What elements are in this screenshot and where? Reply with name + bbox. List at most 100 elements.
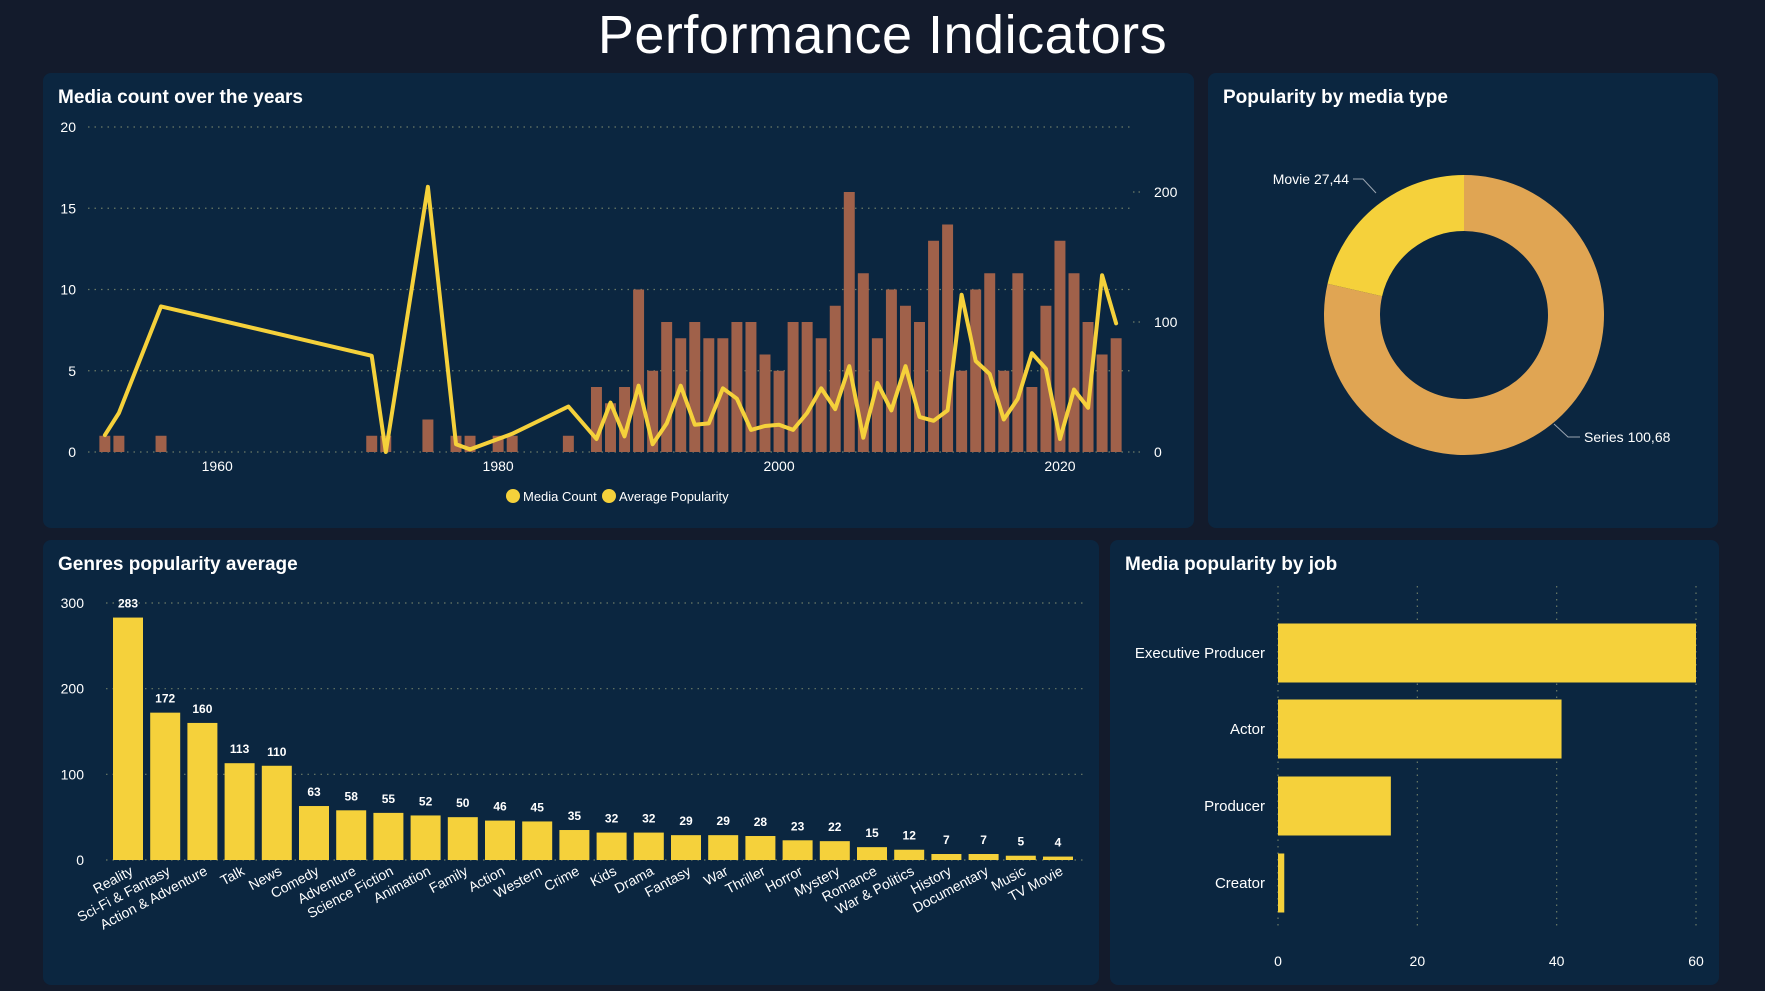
genre-value-label: 12 [903,829,917,843]
genre-value-label: 32 [642,812,656,826]
movie-label: Movie 27,44 [1273,171,1349,187]
genre-bar [819,841,850,860]
x-tick-label: 40 [1549,953,1565,969]
genre-value-label: 23 [791,819,805,833]
y-right-tick-label: 0 [1154,444,1162,460]
popularity-type-panel: Popularity by media type Movie 27,44 Seri… [1208,73,1718,528]
y-tick-label: 20 [60,119,76,135]
x-tick-label: 1980 [483,458,514,474]
genre-value-label: 29 [679,814,693,828]
media-count-bar [885,289,897,452]
legend-marker [506,489,520,503]
genres-panel: Genres popularity average 0 100 200 300 283 R… [43,540,1099,985]
media-count-bar [801,322,813,452]
job-bar [1278,853,1285,913]
y-right-tick-label: 200 [1154,184,1178,200]
y-right-tick-label: 100 [1154,314,1178,330]
y-tick-label: 0 [76,852,84,868]
job-bar [1278,623,1696,683]
genre-bar [596,832,627,860]
media-count-bar [759,354,771,452]
media-count-bar [562,435,574,452]
y-tick-label: 300 [61,595,85,611]
genre-bar [224,763,255,860]
media-count-bar [422,419,434,452]
y-tick-label: 5 [68,363,76,379]
genre-category-label: Thriller [723,862,769,896]
y-tick-label: 0 [68,444,76,460]
media-count-bar [689,322,701,452]
genre-value-label: 35 [568,809,582,823]
media-count-bar [745,322,757,452]
genre-value-label: 5 [1017,835,1024,849]
genre-value-label: 7 [980,833,987,847]
genres-chart: 0100200300 283Reality172Sci-Fi & Fantasy1… [61,595,1083,933]
movie-slice [1327,175,1464,297]
jobs-panel: Media popularity by job 0 20 40 60 Executive… [1110,540,1719,985]
x-tick-label: 2000 [763,458,794,474]
media-count-bar [506,435,518,452]
media-count-bar [984,273,996,452]
media-count-bar [914,322,925,452]
job-category-label: Creator [1215,875,1265,892]
genre-value-label: 7 [943,833,950,847]
media-count-panel: Media count over the years 0 5 10 15 20 0 100 2… [43,73,1194,528]
genre-bar [373,812,404,860]
media-count-bar [590,387,602,452]
genre-value-label: 28 [754,815,768,829]
genre-value-label: 63 [307,785,321,799]
genre-value-label: 4 [1055,836,1062,850]
media-count-chart: 0510152001002001960 1980 2000 2020Media Cou… [60,119,1178,504]
genre-value-label: 52 [419,794,433,808]
jobs-chart: 0 20 40 60 Executive Producer Actor Producer Cr… [1135,586,1704,969]
media-count-bar [829,305,841,452]
media-count-bar [1110,338,1122,452]
genre-value-label: 160 [192,702,212,716]
series-label: Series 100,68 [1584,429,1671,445]
genre-value-label: 46 [493,800,507,814]
genre-bar [410,815,441,860]
genre-value-label: 32 [605,812,619,826]
job-bar [1278,776,1391,836]
genre-bar [931,854,962,860]
genre-value-label: 113 [230,742,250,756]
x-tick-label: 1960 [202,458,233,474]
series-label-leader [1553,423,1580,438]
x-tick-label: 0 [1274,953,1282,969]
genre-bar [1043,856,1073,860]
genre-bar [299,806,329,860]
x-tick-label: 2020 [1044,458,1075,474]
media-count-bar [633,289,645,452]
genre-value-label: 15 [865,826,879,840]
genre-bar [968,854,999,860]
media-count-bar [956,370,968,452]
genre-category-label: Talk [218,862,248,888]
y-tick-label: 15 [60,200,76,216]
media-count-bar [1012,273,1024,452]
y-tick-label: 10 [60,282,76,298]
genre-bar [336,810,367,860]
genre-bar [857,847,887,860]
genre-bar [447,817,478,860]
genre-bar [150,712,181,860]
media-count-bar [155,435,167,452]
media-count-bar [703,338,715,452]
genre-bar [559,830,590,860]
genre-value-label: 58 [345,789,359,803]
genre-bar [782,840,813,860]
genre-value-label: 22 [828,820,842,834]
genre-bar [113,617,143,860]
job-category-label: Producer [1204,798,1265,815]
genre-bar [708,835,739,860]
media-count-bar [942,224,954,452]
page-title: Performance Indicators [597,5,1168,65]
genre-value-label: 110 [267,745,287,759]
genre-value-label: 283 [118,597,138,611]
media-count-bar [773,370,785,452]
y-tick-label: 100 [61,766,85,782]
legend-marker [602,489,616,503]
genre-bar [633,832,664,860]
genre-bar [261,765,292,860]
genre-bar [745,836,776,860]
media-count-bar [1068,273,1080,452]
